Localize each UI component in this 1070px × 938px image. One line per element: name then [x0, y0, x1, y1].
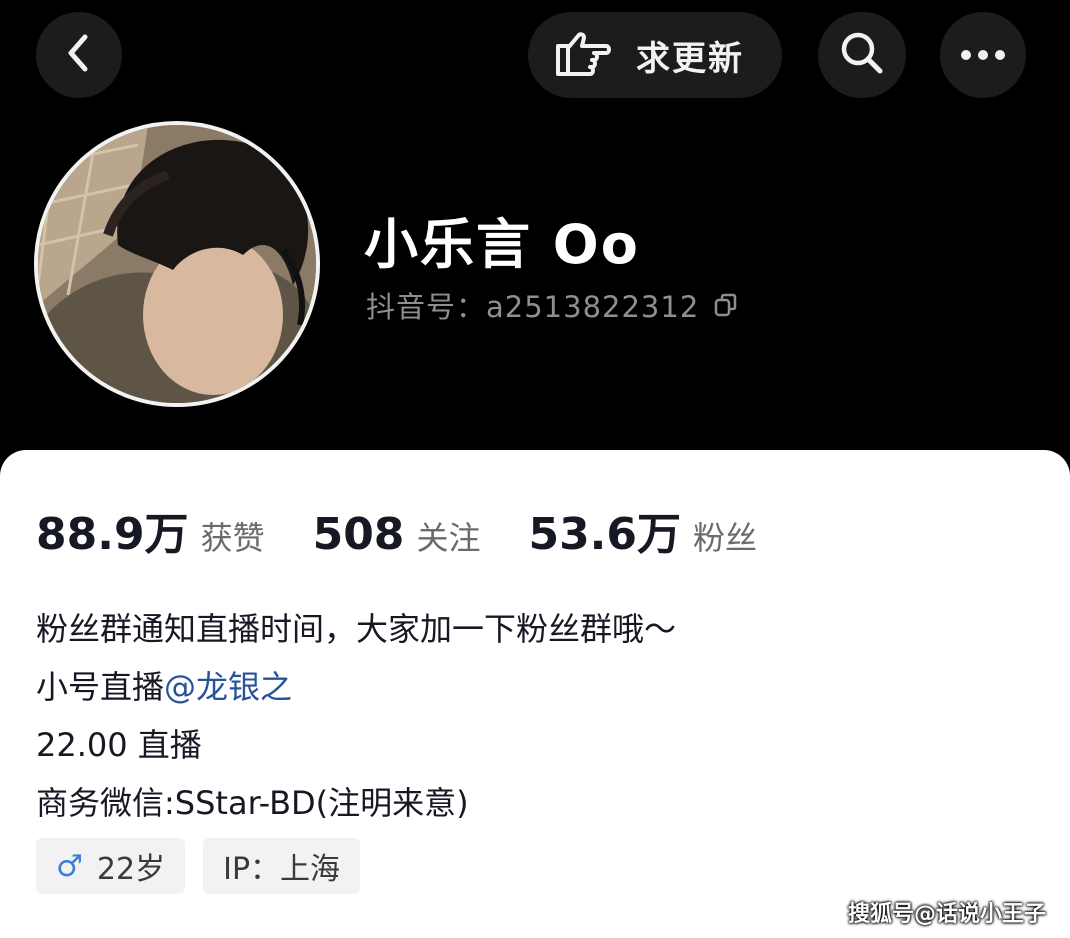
stat-value: 88.9万: [36, 509, 189, 560]
more-icon: [960, 46, 1006, 65]
copy-icon[interactable]: [713, 292, 739, 318]
stat-likes[interactable]: 88.9万 获赞: [36, 498, 265, 562]
nickname: 小乐言 Oo: [364, 213, 640, 276]
watermark: 搜狐号@话说小王子: [847, 902, 1046, 927]
search-icon: [839, 30, 885, 80]
back-icon: [59, 31, 99, 79]
more-button[interactable]: [940, 12, 1026, 98]
account-id: 抖音号：a2513822312: [366, 290, 700, 324]
ip-tag: IP：上海: [203, 838, 361, 894]
male-icon: ♂: [56, 848, 83, 884]
bio-line: 小号直播@龙银之: [36, 658, 1036, 716]
bio-line: 22.00 直播: [36, 726, 202, 764]
bio-line: 商务微信:SStar-BD(注明来意): [36, 784, 469, 822]
stat-value: 53.6万: [528, 509, 682, 560]
pointing-hand-icon: [554, 28, 612, 82]
ip-label: IP：上海: [223, 852, 341, 887]
stat-followers[interactable]: 53.6万 粉丝: [528, 498, 757, 562]
stat-following[interactable]: 508 关注: [313, 509, 481, 560]
age-tag: ♂ 22岁: [36, 838, 186, 894]
avatar[interactable]: [34, 121, 320, 407]
bio-line: 粉丝群通知直播时间，大家加一下粉丝群哦～: [36, 610, 677, 648]
account-id-row: 抖音号：a2513822312: [366, 284, 739, 326]
bio-text: 小号直播: [36, 668, 165, 706]
stat-label: 关注: [416, 519, 481, 557]
request-update-label: 求更新: [636, 38, 744, 79]
bio: 粉丝群通知直播时间，大家加一下粉丝群哦～ 小号直播@龙银之 22.00 直播 商…: [36, 600, 1036, 832]
stats-row: 88.9万 获赞 508 关注 53.6万 粉丝: [36, 498, 805, 562]
top-bar: 求更新: [0, 0, 1070, 110]
stat-label: 获赞: [200, 519, 265, 557]
request-update-button[interactable]: 求更新: [528, 12, 782, 98]
profile-card: 88.9万 获赞 508 关注 53.6万 粉丝 粉丝群通知直播时间，大家加一下…: [0, 450, 1070, 938]
back-button[interactable]: [36, 12, 122, 98]
stat-value: 508: [312, 509, 405, 560]
stat-label: 粉丝: [693, 519, 758, 557]
tags-row: ♂ 22岁 IP：上海: [36, 838, 378, 894]
age-label: 22岁: [96, 852, 166, 887]
search-button[interactable]: [818, 12, 906, 98]
mention-link[interactable]: @龙银之: [164, 668, 292, 706]
